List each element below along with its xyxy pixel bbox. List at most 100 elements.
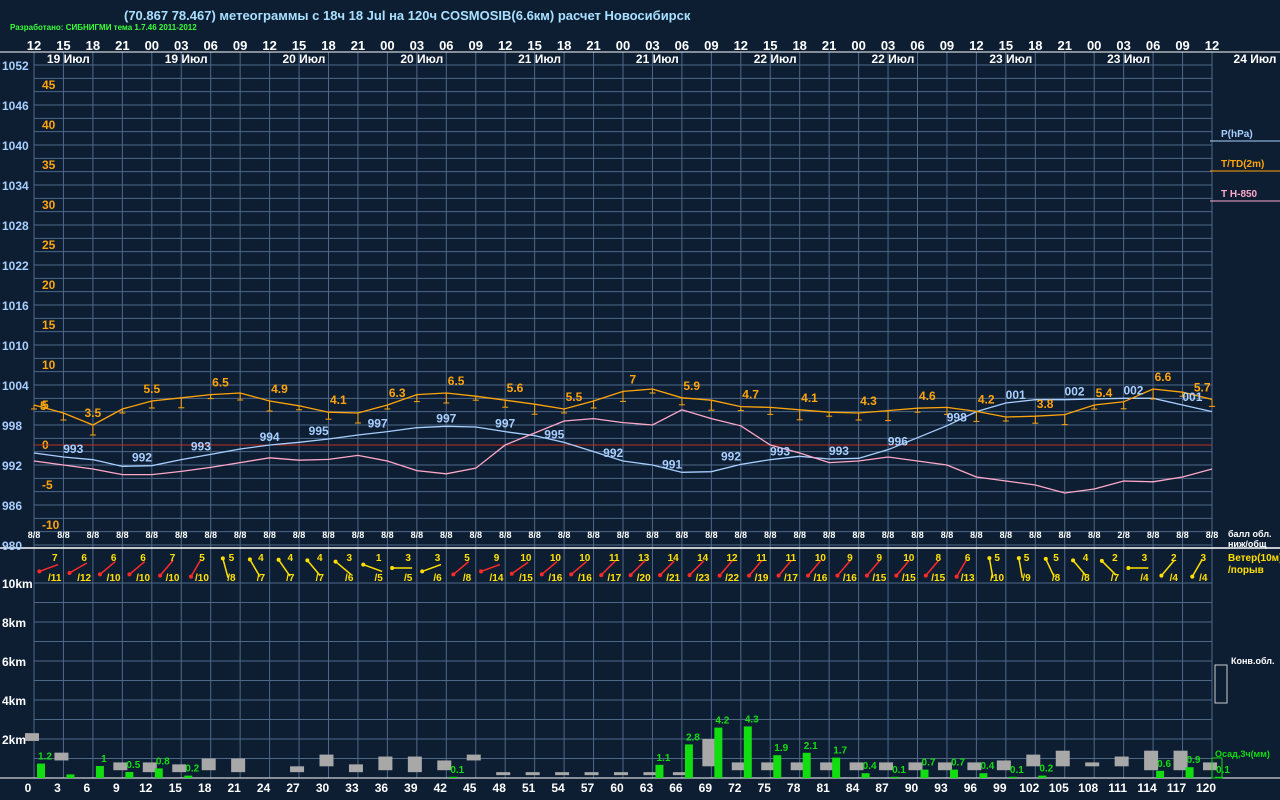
pressure-value-label: 997 xyxy=(436,411,456,425)
wind-arrow-head xyxy=(1016,556,1021,561)
bottom-hour-label: 39 xyxy=(404,781,418,795)
bottom-hour-label: 0 xyxy=(25,781,32,795)
precip-label: 0.4 xyxy=(980,761,994,772)
conv-cloud-bar xyxy=(1055,750,1070,767)
conv-cloud-bar xyxy=(937,762,952,771)
precip-label: 2.1 xyxy=(804,741,818,752)
wind-speed-label: 3 xyxy=(1142,553,1148,564)
pressure-tick-label: 980 xyxy=(2,539,22,553)
cloud-cover-label: 2/8 xyxy=(1117,530,1130,540)
wind-gust-label: /17 xyxy=(607,573,621,584)
cloud-cover-label: 8/8 xyxy=(352,530,365,540)
precip-label: 0.9 xyxy=(1187,755,1201,766)
precip-label: 0.8 xyxy=(156,756,170,767)
wind-gust-label: /6 xyxy=(345,573,354,584)
temp-value-label: 4.6 xyxy=(919,389,936,403)
bottom-hour-label: 24 xyxy=(257,781,271,795)
bottom-hour-label: 93 xyxy=(934,781,948,795)
wind-gust-label: /15 xyxy=(931,573,945,584)
temp-value-label: 4.3 xyxy=(860,394,877,408)
pressure-value-label: 995 xyxy=(544,427,564,441)
wind-speed-label: 10 xyxy=(903,553,915,564)
wind-arrow-head xyxy=(479,569,484,574)
bottom-hour-label: 6 xyxy=(84,781,91,795)
wind-arrow xyxy=(421,563,442,573)
top-hour-label: 21 xyxy=(822,38,836,53)
conv-cloud-bar xyxy=(908,762,923,771)
date-label: 21 Июл xyxy=(518,52,561,66)
cloud-cover-label: 8/8 xyxy=(882,530,895,540)
precip-bar xyxy=(920,769,929,778)
wind-gust-label: /10 xyxy=(166,573,180,584)
wind-gust-label: /15 xyxy=(519,573,533,584)
temp-value-label: 5.7 xyxy=(1194,380,1211,394)
top-hour-label: 15 xyxy=(292,38,306,53)
precip-bar xyxy=(37,763,45,778)
wind-speed-label: 3 xyxy=(435,553,441,564)
precip-bar xyxy=(95,766,104,778)
top-hour-label: 03 xyxy=(1116,38,1130,53)
pressure-value-label: 998 xyxy=(947,411,967,425)
conv-cloud-bar xyxy=(407,756,422,773)
wind-speed-label: 9 xyxy=(877,553,883,564)
conv-cloud-caption: Конв.обл. xyxy=(1231,656,1275,666)
pressure-value-label: 997 xyxy=(368,417,388,431)
bottom-hour-label: 57 xyxy=(581,781,595,795)
wind-gust-label: /8 xyxy=(463,573,472,584)
pressure-tick-label: 1028 xyxy=(2,219,29,233)
wind-arrow-head xyxy=(247,557,252,562)
pressure-value-label: 997 xyxy=(495,417,515,431)
height-tick-label: 2km xyxy=(2,733,26,747)
temp-value-label: 4.2 xyxy=(978,392,995,406)
top-hour-label: 09 xyxy=(1175,38,1189,53)
top-hour-label: 06 xyxy=(203,38,217,53)
cloud-cover-caption: балл обл. xyxy=(1228,529,1272,539)
cloud-cover-label: 8/8 xyxy=(617,530,630,540)
precip-bar xyxy=(743,726,752,778)
wind-speed-label: 10 xyxy=(815,553,827,564)
wind-gust-label: /4 xyxy=(1170,573,1179,584)
wind-gust-label: /7 xyxy=(316,573,325,584)
wind-speed-label: 5 xyxy=(1024,553,1030,564)
wind-speed-label: 3 xyxy=(346,553,352,564)
wind-gust-label: /7 xyxy=(1111,573,1120,584)
date-label: 19 Июл xyxy=(47,52,90,66)
cloud-cover-label: 8/8 xyxy=(1206,530,1219,540)
precip-label: 0.1 xyxy=(450,765,464,776)
cloud-cover-label: 8/8 xyxy=(1058,530,1071,540)
date-label: 20 Июл xyxy=(400,52,443,66)
precip-label: 0.6 xyxy=(1157,759,1171,770)
wind-speed-label: 5 xyxy=(199,553,205,564)
bottom-hour-label: 81 xyxy=(816,781,830,795)
precip-label: 4.2 xyxy=(715,716,729,727)
wind-arrow-head xyxy=(1071,558,1076,563)
top-hour-label: 00 xyxy=(380,38,394,53)
top-hour-label: 18 xyxy=(86,38,100,53)
bottom-hour-label: 117 xyxy=(1167,781,1187,795)
top-hour-label: 21 xyxy=(115,38,129,53)
wind-arrow-head xyxy=(67,571,72,575)
wind-speed-label: 10 xyxy=(550,553,562,564)
conv-cloud-bar xyxy=(879,762,894,771)
wind-arrow-head xyxy=(569,572,574,577)
conv-cloud-bar xyxy=(731,762,746,771)
wind-speed-label: 11 xyxy=(786,553,797,564)
top-hour-label: 00 xyxy=(145,38,159,53)
wind-gust-label: /5 xyxy=(404,573,413,584)
cloud-cover-label: 8/8 xyxy=(204,530,217,540)
legend-t850: T H-850 xyxy=(1221,189,1258,200)
pressure-value-label: 002 xyxy=(1123,383,1143,397)
date-label: 21 Июл xyxy=(636,52,679,66)
pressure-tick-label: 1010 xyxy=(2,339,29,353)
wind-arrow-head xyxy=(158,573,163,578)
wind-gust-label: /7 xyxy=(257,573,266,584)
temp-tick-label: 10 xyxy=(42,358,56,372)
precip-bar xyxy=(979,773,988,778)
conv-cloud-bar xyxy=(996,760,1011,771)
wind-arrow-head xyxy=(894,573,899,578)
temp-tick-label: 25 xyxy=(42,238,56,252)
cloud-cover-label: 8/8 xyxy=(381,530,394,540)
bottom-hour-label: 84 xyxy=(846,781,860,795)
cloud-cover-label: 8/8 xyxy=(322,530,335,540)
precip-label: 1.1 xyxy=(656,753,670,764)
